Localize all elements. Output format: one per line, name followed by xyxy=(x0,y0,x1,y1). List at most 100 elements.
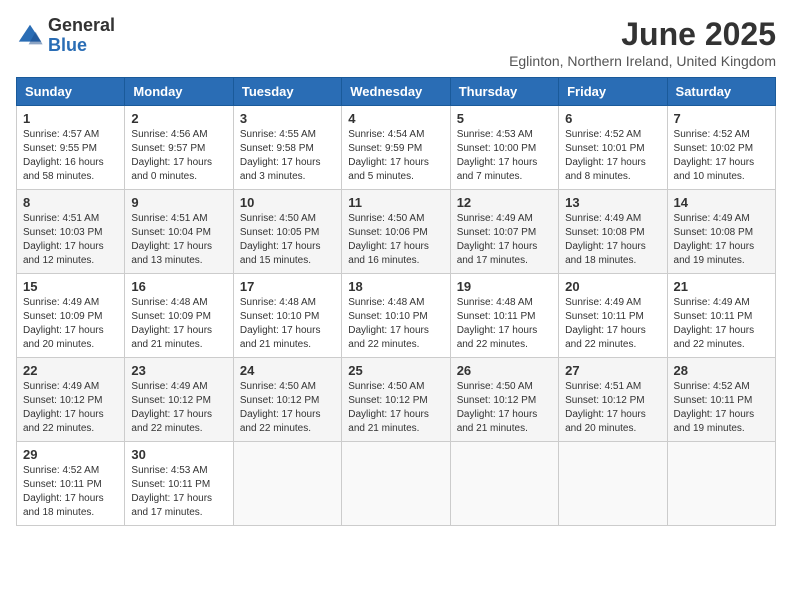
calendar-cell xyxy=(559,442,667,526)
day-number: 19 xyxy=(457,279,552,294)
calendar-cell xyxy=(450,442,558,526)
day-info: Sunrise: 4:53 AMSunset: 10:00 PMDaylight… xyxy=(457,128,552,184)
calendar-table: SundayMondayTuesdayWednesdayThursdayFrid… xyxy=(16,77,776,526)
day-info: Sunrise: 4:48 AMSunset: 10:10 PMDaylight… xyxy=(240,296,335,352)
calendar-cell: 7 Sunrise: 4:52 AMSunset: 10:02 PMDayligh… xyxy=(667,106,775,190)
day-number: 5 xyxy=(457,111,552,126)
day-info: Sunrise: 4:49 AMSunset: 10:12 PMDaylight… xyxy=(23,380,118,436)
day-info: Sunrise: 4:51 AMSunset: 10:04 PMDaylight… xyxy=(131,212,226,268)
day-number: 22 xyxy=(23,363,118,378)
day-number: 24 xyxy=(240,363,335,378)
calendar-cell: 11 Sunrise: 4:50 AMSunset: 10:06 PMDaylig… xyxy=(342,190,450,274)
calendar-cell: 6Sunrise: 4:52 AMSunset: 10:01 PMDayligh… xyxy=(559,106,667,190)
day-info: Sunrise: 4:50 AMSunset: 10:12 PMDaylight… xyxy=(240,380,335,436)
calendar-cell xyxy=(667,442,775,526)
day-number: 25 xyxy=(348,363,443,378)
calendar-cell: 26Sunrise: 4:50 AMSunset: 10:12 PMDaylig… xyxy=(450,358,558,442)
day-number: 20 xyxy=(565,279,660,294)
weekday-header-saturday: Saturday xyxy=(667,78,775,106)
weekday-header-friday: Friday xyxy=(559,78,667,106)
calendar-cell: 17 Sunrise: 4:48 AMSunset: 10:10 PMDaylig… xyxy=(233,274,341,358)
calendar-week-row: 22 Sunrise: 4:49 AMSunset: 10:12 PMDaylig… xyxy=(17,358,776,442)
day-info: Sunrise: 4:48 AMSunset: 10:11 PMDaylight… xyxy=(457,296,552,352)
day-number: 7 xyxy=(674,111,769,126)
day-number: 8 xyxy=(23,195,118,210)
calendar-cell: 20 Sunrise: 4:49 AMSunset: 10:11 PMDaylig… xyxy=(559,274,667,358)
calendar-cell: 25Sunrise: 4:50 AMSunset: 10:12 PMDaylig… xyxy=(342,358,450,442)
calendar-cell: 3 Sunrise: 4:55 AMSunset: 9:58 PMDaylight… xyxy=(233,106,341,190)
calendar-cell: 1Sunrise: 4:57 AMSunset: 9:55 PMDaylight… xyxy=(17,106,125,190)
day-number: 3 xyxy=(240,111,335,126)
calendar-cell: 2 Sunrise: 4:56 AMSunset: 9:57 PMDaylight… xyxy=(125,106,233,190)
day-number: 13 xyxy=(565,195,660,210)
calendar-cell: 22 Sunrise: 4:49 AMSunset: 10:12 PMDaylig… xyxy=(17,358,125,442)
calendar-cell: 4 Sunrise: 4:54 AMSunset: 9:59 PMDaylight… xyxy=(342,106,450,190)
calendar-cell: 27 Sunrise: 4:51 AMSunset: 10:12 PMDaylig… xyxy=(559,358,667,442)
calendar-week-row: 8 Sunrise: 4:51 AMSunset: 10:03 PMDayligh… xyxy=(17,190,776,274)
day-number: 16 xyxy=(131,279,226,294)
day-info: Sunrise: 4:50 AMSunset: 10:05 PMDaylight… xyxy=(240,212,335,268)
day-info: Sunrise: 4:49 AMSunset: 10:11 PMDaylight… xyxy=(565,296,660,352)
logo-general: General xyxy=(48,16,115,36)
day-number: 30 xyxy=(131,447,226,462)
calendar-cell: 24 Sunrise: 4:50 AMSunset: 10:12 PMDaylig… xyxy=(233,358,341,442)
calendar-week-row: 15 Sunrise: 4:49 AMSunset: 10:09 PMDaylig… xyxy=(17,274,776,358)
logo: General Blue xyxy=(16,16,115,56)
day-info: Sunrise: 4:52 AMSunset: 10:02 PMDaylight… xyxy=(674,128,769,184)
day-info: Sunrise: 4:49 AMSunset: 10:07 PMDaylight… xyxy=(457,212,552,268)
day-number: 28 xyxy=(674,363,769,378)
day-number: 4 xyxy=(348,111,443,126)
calendar-cell: 8 Sunrise: 4:51 AMSunset: 10:03 PMDayligh… xyxy=(17,190,125,274)
day-info: Sunrise: 4:51 AMSunset: 10:12 PMDaylight… xyxy=(565,380,660,436)
title-block: June 2025 Eglinton, Northern Ireland, Un… xyxy=(509,16,776,69)
day-number: 27 xyxy=(565,363,660,378)
day-number: 12 xyxy=(457,195,552,210)
day-info: Sunrise: 4:56 AMSunset: 9:57 PMDaylight:… xyxy=(131,128,226,184)
calendar-cell: 23Sunrise: 4:49 AMSunset: 10:12 PMDaylig… xyxy=(125,358,233,442)
weekday-header-monday: Monday xyxy=(125,78,233,106)
calendar-week-row: 29 Sunrise: 4:52 AMSunset: 10:11 PMDaylig… xyxy=(17,442,776,526)
location-subtitle: Eglinton, Northern Ireland, United Kingd… xyxy=(509,53,776,69)
day-info: Sunrise: 4:49 AMSunset: 10:12 PMDaylight… xyxy=(131,380,226,436)
calendar-cell: 29 Sunrise: 4:52 AMSunset: 10:11 PMDaylig… xyxy=(17,442,125,526)
day-info: Sunrise: 4:48 AMSunset: 10:10 PMDaylight… xyxy=(348,296,443,352)
day-info: Sunrise: 4:54 AMSunset: 9:59 PMDaylight:… xyxy=(348,128,443,184)
weekday-header-sunday: Sunday xyxy=(17,78,125,106)
day-info: Sunrise: 4:52 AMSunset: 10:11 PMDaylight… xyxy=(23,464,118,520)
day-info: Sunrise: 4:49 AMSunset: 10:08 PMDaylight… xyxy=(565,212,660,268)
calendar-cell: 18 Sunrise: 4:48 AMSunset: 10:10 PMDaylig… xyxy=(342,274,450,358)
calendar-cell: 14 Sunrise: 4:49 AMSunset: 10:08 PMDaylig… xyxy=(667,190,775,274)
weekday-header-wednesday: Wednesday xyxy=(342,78,450,106)
day-number: 14 xyxy=(674,195,769,210)
calendar-header-row: SundayMondayTuesdayWednesdayThursdayFrid… xyxy=(17,78,776,106)
day-number: 9 xyxy=(131,195,226,210)
calendar-cell: 13 Sunrise: 4:49 AMSunset: 10:08 PMDaylig… xyxy=(559,190,667,274)
day-number: 18 xyxy=(348,279,443,294)
day-info: Sunrise: 4:49 AMSunset: 10:08 PMDaylight… xyxy=(674,212,769,268)
day-number: 1 xyxy=(23,111,118,126)
day-number: 29 xyxy=(23,447,118,462)
calendar-cell: 12 Sunrise: 4:49 AMSunset: 10:07 PMDaylig… xyxy=(450,190,558,274)
day-number: 17 xyxy=(240,279,335,294)
calendar-cell xyxy=(233,442,341,526)
day-number: 2 xyxy=(131,111,226,126)
day-info: Sunrise: 4:49 AMSunset: 10:11 PMDaylight… xyxy=(674,296,769,352)
calendar-cell xyxy=(342,442,450,526)
calendar-cell: 21 Sunrise: 4:49 AMSunset: 10:11 PMDaylig… xyxy=(667,274,775,358)
day-info: Sunrise: 4:51 AMSunset: 10:03 PMDaylight… xyxy=(23,212,118,268)
calendar-cell: 10 Sunrise: 4:50 AMSunset: 10:05 PMDaylig… xyxy=(233,190,341,274)
calendar-cell: 30 Sunrise: 4:53 AMSunset: 10:11 PMDaylig… xyxy=(125,442,233,526)
day-info: Sunrise: 4:55 AMSunset: 9:58 PMDaylight:… xyxy=(240,128,335,184)
day-number: 21 xyxy=(674,279,769,294)
day-number: 10 xyxy=(240,195,335,210)
day-info: Sunrise: 4:53 AMSunset: 10:11 PMDaylight… xyxy=(131,464,226,520)
day-info: Sunrise: 4:49 AMSunset: 10:09 PMDaylight… xyxy=(23,296,118,352)
day-info: Sunrise: 4:50 AMSunset: 10:06 PMDaylight… xyxy=(348,212,443,268)
day-number: 15 xyxy=(23,279,118,294)
calendar-cell: 19 Sunrise: 4:48 AMSunset: 10:11 PMDaylig… xyxy=(450,274,558,358)
day-info: Sunrise: 4:52 AMSunset: 10:11 PMDaylight… xyxy=(674,380,769,436)
month-title: June 2025 xyxy=(509,16,776,53)
logo-icon xyxy=(16,22,44,50)
calendar-cell: 16Sunrise: 4:48 AMSunset: 10:09 PMDaylig… xyxy=(125,274,233,358)
day-number: 11 xyxy=(348,195,443,210)
